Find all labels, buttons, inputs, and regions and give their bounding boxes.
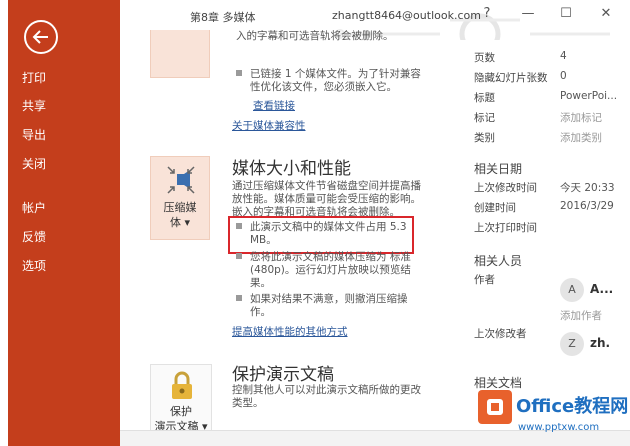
office-logo-icon: [478, 390, 512, 424]
modifier-name[interactable]: zh.: [590, 336, 610, 350]
nav-item-account[interactable]: 帐户: [22, 199, 46, 216]
nav-item-feedback[interactable]: 反馈: [22, 228, 46, 245]
prop-label-last-modified-by: 上次修改者: [474, 328, 527, 340]
prop-label-hidden: 隐藏幻灯片张数: [474, 72, 548, 84]
compat-partial-text: 入的字幕和可选音轨将会被删除。: [236, 30, 394, 42]
compatibility-tile[interactable]: [150, 30, 210, 78]
user-account[interactable]: zhangtt8464@outlook.com: [332, 9, 481, 22]
add-category-field[interactable]: 添加类别: [560, 130, 602, 145]
compress-media-button[interactable]: 压缩媒 体 ▾: [150, 156, 210, 240]
media-performance-link[interactable]: 提高媒体性能的其他方式: [232, 324, 348, 339]
prop-value-title[interactable]: PowerPoi...: [560, 90, 617, 102]
media-size-title: 媒体大小和性能: [232, 159, 351, 179]
help-icon[interactable]: ?: [477, 6, 497, 21]
protect-title: 保护演示文稿: [232, 365, 334, 385]
add-tag-field[interactable]: 添加标记: [560, 110, 602, 125]
prop-label-modified: 上次修改时间: [474, 182, 537, 194]
nav-item-close[interactable]: 关闭: [22, 155, 46, 172]
protect-description: 控制其他人可以对此演示文稿所做的更改 类型。: [232, 384, 421, 409]
related-dates-heading: 相关日期: [474, 162, 523, 176]
author-avatar: A: [560, 278, 584, 302]
media-description: 通过压缩媒体文件节省磁盘空间并提高播 放性能。媒体质量可能会受压缩的影响。 嵌入…: [232, 180, 421, 218]
nav-item-print[interactable]: 打印: [22, 69, 46, 86]
prop-label-tags: 标记: [474, 112, 495, 124]
author-name[interactable]: A...: [590, 282, 613, 296]
prop-value-pages: 4: [560, 50, 567, 62]
arrow-left-icon: [32, 30, 48, 44]
bullet-square-icon: [236, 70, 242, 76]
watermark-url: www.pptxw.com: [518, 422, 600, 433]
compress-media-icon: [167, 166, 195, 194]
media-compat-link[interactable]: 关于媒体兼容性: [232, 118, 306, 133]
backstage-nav: 打印 共享 导出 关闭 帐户 反馈 选项: [8, 0, 120, 446]
info-main-panel: 入的字幕和可选音轨将会被删除。 已链接 1 个媒体文件。为了针对兼容 性优化该文…: [120, 30, 460, 446]
prop-label-category: 类别: [474, 132, 495, 144]
nav-item-share[interactable]: 共享: [22, 97, 46, 114]
view-links-link[interactable]: 查看链接: [253, 98, 295, 113]
prop-value-hidden: 0: [560, 70, 567, 82]
watermark: Office教程网 www.pptxw.com: [474, 386, 630, 446]
prop-value-created: 2016/3/29: [560, 200, 614, 212]
prop-label-printed: 上次打印时间: [474, 222, 537, 234]
prop-label-title: 标题: [474, 92, 495, 104]
title-bar: 第8章 多媒体 zhangtt8464@outlook.com ? — ☐ ✕: [120, 0, 630, 40]
add-author-field[interactable]: 添加作者: [560, 308, 602, 323]
undo-compress-bullet: 如果对结果不满意，则撤消压缩操 作。: [236, 293, 408, 319]
nav-item-options[interactable]: 选项: [22, 257, 46, 274]
properties-panel: 页数 4 隐藏幻灯片张数 0 标题 PowerPoi... 标记 添加标记 类别…: [460, 30, 630, 446]
watermark-brand: Office教程网: [516, 396, 629, 417]
prop-label-created: 创建时间: [474, 202, 516, 214]
minimize-icon[interactable]: —: [518, 6, 538, 21]
related-people-heading: 相关人员: [474, 254, 523, 268]
close-icon[interactable]: ✕: [596, 6, 616, 21]
document-title: 第8章 多媒体: [190, 11, 256, 24]
prop-label-pages: 页数: [474, 52, 495, 64]
modifier-avatar: Z: [560, 332, 584, 356]
nav-item-export[interactable]: 导出: [22, 126, 46, 143]
prop-label-author: 作者: [474, 274, 495, 286]
back-button[interactable]: [24, 20, 58, 54]
compress-result-bullet: 您将此演示文稿的媒体压缩为 标准 (480p)。运行幻灯片放映以预览结 果。: [236, 251, 411, 290]
prop-value-modified: 今天 20:33: [560, 182, 615, 194]
lock-icon: [172, 371, 192, 399]
media-size-bullet: 此演示文稿中的媒体文件占用 5.3 MB。: [236, 221, 407, 247]
compat-bullet: 已链接 1 个媒体文件。为了针对兼容 性优化该文件，您必须嵌入它。: [236, 68, 421, 94]
maximize-icon[interactable]: ☐: [556, 6, 576, 21]
